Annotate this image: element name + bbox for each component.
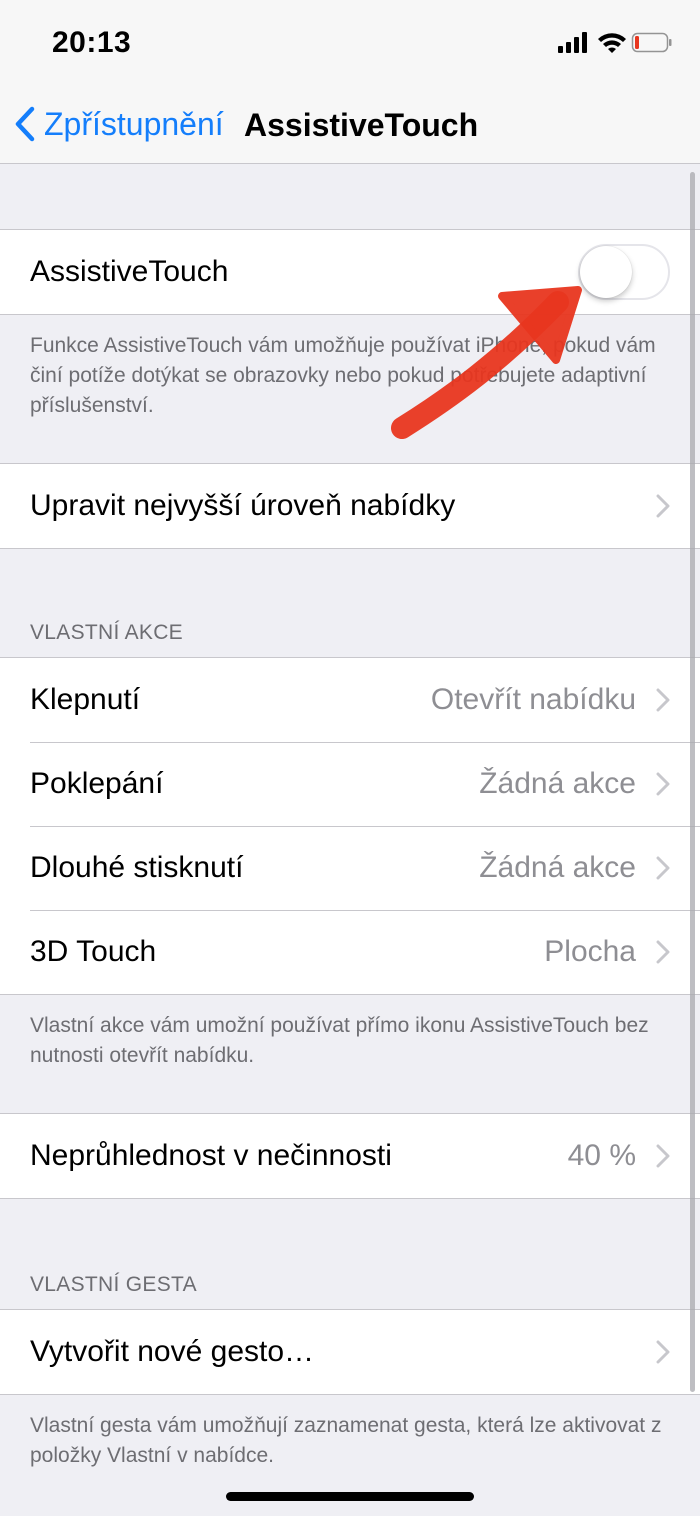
custom-gestures-group: Vytvořit nové gesto… (0, 1309, 700, 1395)
assistivetouch-footer: Funkce AssistiveTouch vám umožňuje použí… (30, 334, 656, 417)
custom-action-value: Otevřít nabídku (430, 683, 636, 716)
custom-action-label: Dlouhé stisknutí (30, 851, 244, 884)
custom-actions-group: Klepnutí Otevřít nabídku Poklepání Žádná… (0, 657, 700, 995)
customize-menu-row[interactable]: Upravit nejvyšší úroveň nabídky (0, 464, 700, 548)
custom-gestures-footer: Vlastní gesta vám umožňují zaznamenat ge… (30, 1414, 662, 1467)
wifi-icon (598, 33, 626, 53)
idle-opacity-value: 40 % (567, 1139, 636, 1172)
menu-group: Upravit nejvyšší úroveň nabídky (0, 463, 700, 549)
chevron-right-icon (656, 1340, 670, 1364)
chevron-left-icon (15, 106, 35, 142)
chevron-right-icon (656, 688, 670, 712)
customize-menu-label: Upravit nejvyšší úroveň nabídky (30, 489, 456, 522)
back-button[interactable]: Zpřístupnění (14, 102, 224, 146)
custom-action-row-double-tap[interactable]: Poklepání Žádná akce (0, 742, 700, 826)
custom-gestures-header: VLASTNÍ GESTA (30, 1273, 197, 1296)
chevron-right-icon (656, 494, 670, 518)
chevron-right-icon (656, 772, 670, 796)
scrollbar[interactable] (690, 172, 695, 1392)
home-indicator[interactable] (226, 1492, 474, 1501)
page-title: AssistiveTouch (244, 107, 479, 143)
custom-action-row-tap[interactable]: Klepnutí Otevřít nabídku (0, 658, 700, 742)
assistivetouch-toggle-group: AssistiveTouch (0, 229, 700, 315)
custom-action-row-3d-touch[interactable]: 3D Touch Plocha (0, 910, 700, 994)
custom-action-label: 3D Touch (30, 935, 157, 968)
settings-content: AssistiveTouch Funkce AssistiveTouch vám… (0, 165, 700, 1471)
chevron-right-icon (656, 940, 670, 964)
navigation-bar: Zpřístupnění AssistiveTouch (0, 88, 700, 164)
custom-action-value: Žádná akce (479, 851, 636, 884)
chevron-right-icon (656, 1144, 670, 1168)
status-icons (558, 30, 672, 56)
cellular-signal-icon (558, 32, 587, 53)
custom-actions-header: VLASTNÍ AKCE (30, 621, 183, 644)
custom-action-row-long-press[interactable]: Dlouhé stisknutí Žádná akce (0, 826, 700, 910)
custom-action-label: Poklepání (30, 767, 164, 800)
custom-action-label: Klepnutí (30, 683, 141, 716)
annotation-arrow-icon (391, 286, 582, 439)
custom-action-value: Žádná akce (479, 767, 636, 800)
status-time: 20:13 (52, 26, 132, 59)
assistivetouch-switch[interactable] (578, 244, 670, 300)
status-bar: 20:13 (0, 0, 700, 88)
create-gesture-label: Vytvořit nové gesto… (30, 1335, 315, 1368)
back-button-label: Zpřístupnění (44, 105, 224, 142)
opacity-group: Neprůhlednost v nečinnosti 40 % (0, 1113, 700, 1199)
custom-actions-footer: Vlastní akce vám umožní používat přímo i… (30, 1014, 649, 1067)
idle-opacity-row[interactable]: Neprůhlednost v nečinnosti 40 % (0, 1114, 700, 1198)
custom-action-value: Plocha (544, 935, 636, 968)
assistivetouch-toggle-row: AssistiveTouch (0, 230, 700, 314)
idle-opacity-label: Neprůhlednost v nečinnosti (30, 1139, 392, 1172)
battery-icon (631, 32, 672, 53)
chevron-right-icon (656, 856, 670, 880)
create-gesture-row[interactable]: Vytvořit nové gesto… (0, 1310, 700, 1394)
